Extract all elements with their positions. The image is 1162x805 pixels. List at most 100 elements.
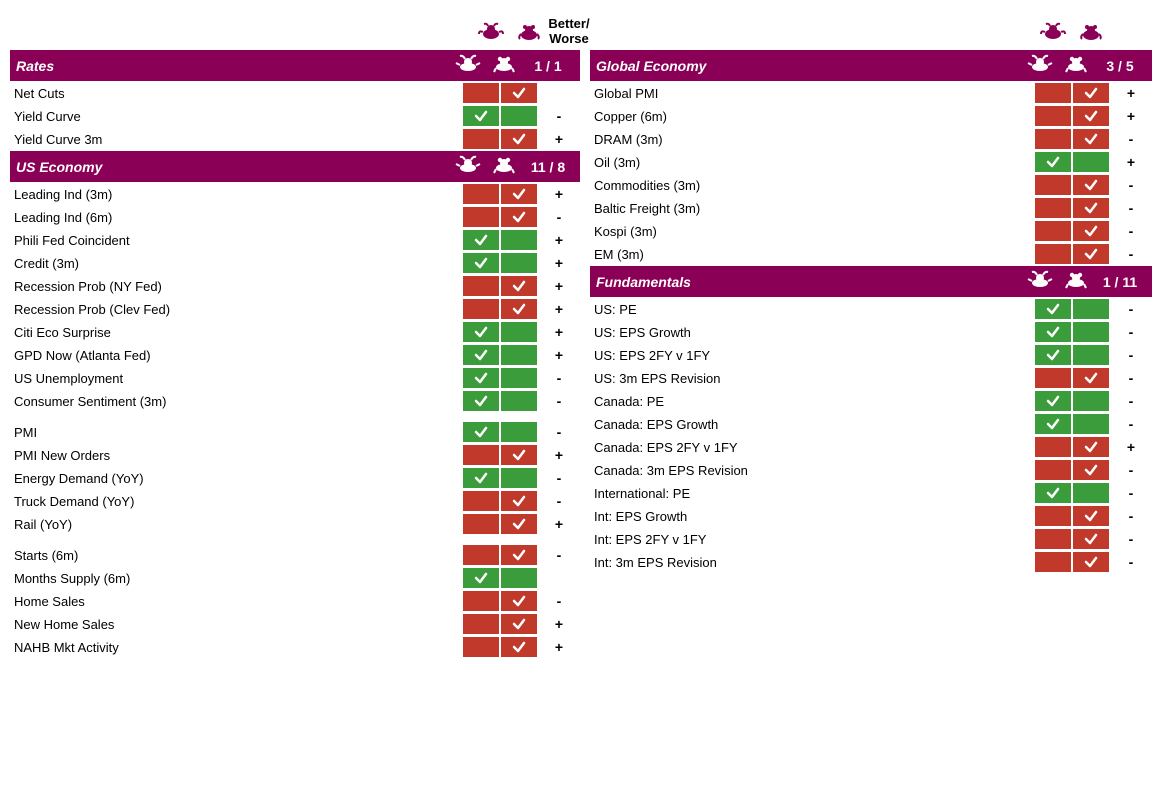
bear-cell (501, 568, 537, 588)
bull-cell (463, 468, 499, 488)
row-metric: Yield Curve (10, 109, 462, 124)
bear-cell (501, 591, 537, 611)
bull-cell (1035, 106, 1071, 126)
section-label: US Economy (16, 159, 450, 175)
bw-cell: + (538, 301, 580, 317)
bull-cell (1035, 368, 1071, 388)
row-metric: DRAM (3m) (590, 132, 1034, 147)
bull-cell (1035, 460, 1071, 480)
bear-cell (501, 422, 537, 442)
bear-cell (1073, 529, 1109, 549)
section-bull-icon (450, 155, 486, 178)
section-score: 11 / 8 (522, 159, 574, 175)
row-metric: Baltic Freight (3m) (590, 201, 1034, 216)
bull-cell (1035, 152, 1071, 172)
left-panel: Rates 1 / 1Net CutsYield Curve-Yield Cur… (10, 50, 580, 659)
bull-cell (1035, 391, 1071, 411)
row-metric: Recession Prob (NY Fed) (10, 279, 462, 294)
table-row: Yield Curve - (10, 105, 580, 127)
row-metric: Canada: EPS Growth (590, 417, 1034, 432)
bull-cell (1035, 299, 1071, 319)
bear-cell (1073, 299, 1109, 319)
row-metric: New Home Sales (10, 617, 462, 632)
bull-cell (1035, 414, 1071, 434)
table-row: Truck Demand (YoY)- (10, 490, 580, 512)
bear-cell (1073, 244, 1109, 264)
table-row: International: PE- (590, 482, 1152, 504)
bull-cell (1035, 483, 1071, 503)
spacer (10, 536, 580, 544)
row-metric: Consumer Sentiment (3m) (10, 394, 462, 409)
table-row: Global PMI+ (590, 82, 1152, 104)
bull-cell (463, 445, 499, 465)
bull-cell (463, 322, 499, 342)
section-bear-icon (486, 155, 522, 178)
row-metric: Int: EPS 2FY v 1FY (590, 532, 1034, 547)
bw-cell: - (538, 108, 580, 124)
row-metric: PMI New Orders (10, 448, 462, 463)
section-bear-icon (1058, 270, 1094, 293)
bear-cell (501, 230, 537, 250)
bull-cell (463, 253, 499, 273)
bull-cell (463, 276, 499, 296)
bear-cell (1073, 506, 1109, 526)
bw-cell: + (538, 278, 580, 294)
table-row: Baltic Freight (3m) - (590, 197, 1152, 219)
row-metric: GPD Now (Atlanta Fed) (10, 348, 462, 363)
bear-cell (1073, 460, 1109, 480)
table-row: NAHB Mkt Activity+ (10, 636, 580, 658)
bw-cell: - (1110, 347, 1152, 363)
bull-cell (463, 391, 499, 411)
table-row: Int: EPS Growth- (590, 505, 1152, 527)
row-metric: US: EPS 2FY v 1FY (590, 348, 1034, 363)
bear-cell (501, 184, 537, 204)
row-metric: EM (3m) (590, 247, 1034, 262)
row-metric: Energy Demand (YoY) (10, 471, 462, 486)
row-metric: PMI (10, 425, 462, 440)
main-container: Rates 1 / 1Net CutsYield Curve-Yield Cur… (10, 50, 1152, 659)
bw-cell: + (538, 324, 580, 340)
bw-cell: - (538, 424, 580, 440)
row-metric: Truck Demand (YoY) (10, 494, 462, 509)
bull-cell (463, 83, 499, 103)
table-row: Canada: 3m EPS Revision- (590, 459, 1152, 481)
bw-cell: - (1110, 554, 1152, 570)
section-label: Global Economy (596, 58, 1022, 74)
row-metric: Recession Prob (Clev Fed) (10, 302, 462, 317)
section-bear-icon (486, 54, 522, 77)
bear-cell (501, 637, 537, 657)
bw-cell: - (538, 593, 580, 609)
bull-cell (1035, 221, 1071, 241)
bear-cell (501, 445, 537, 465)
bw-cell: - (1110, 131, 1152, 147)
bw-cell: + (538, 131, 580, 147)
table-row: Kospi (3m)- (590, 220, 1152, 242)
table-row: Citi Eco Surprise+ (10, 321, 580, 343)
bull-cell (463, 345, 499, 365)
table-row: Energy Demand (YoY)- (10, 467, 580, 489)
bull-cell (463, 299, 499, 319)
bw-cell: + (1110, 108, 1152, 124)
bull-cell (463, 422, 499, 442)
row-metric: Canada: PE (590, 394, 1034, 409)
bw-cell: - (1110, 246, 1152, 262)
bw-cell: - (538, 370, 580, 386)
row-metric: Int: 3m EPS Revision (590, 555, 1034, 570)
bear-cell (1073, 368, 1109, 388)
bull-cell (463, 491, 499, 511)
section-header: Fundamentals 1 / 11 (590, 266, 1152, 297)
spacer (10, 413, 580, 421)
bear-header-right (1073, 22, 1109, 45)
table-row: Int: EPS 2FY v 1FY- (590, 528, 1152, 550)
section-header: Rates 1 / 1 (10, 50, 580, 81)
bw-cell: - (1110, 200, 1152, 216)
row-metric: Credit (3m) (10, 256, 462, 271)
bear-cell (1073, 175, 1109, 195)
bull-cell (463, 368, 499, 388)
bw-cell: - (538, 393, 580, 409)
row-metric: Home Sales (10, 594, 462, 609)
row-metric: US Unemployment (10, 371, 462, 386)
row-metric: US: PE (590, 302, 1034, 317)
table-row: Commodities (3m)- (590, 174, 1152, 196)
bear-cell (501, 129, 537, 149)
